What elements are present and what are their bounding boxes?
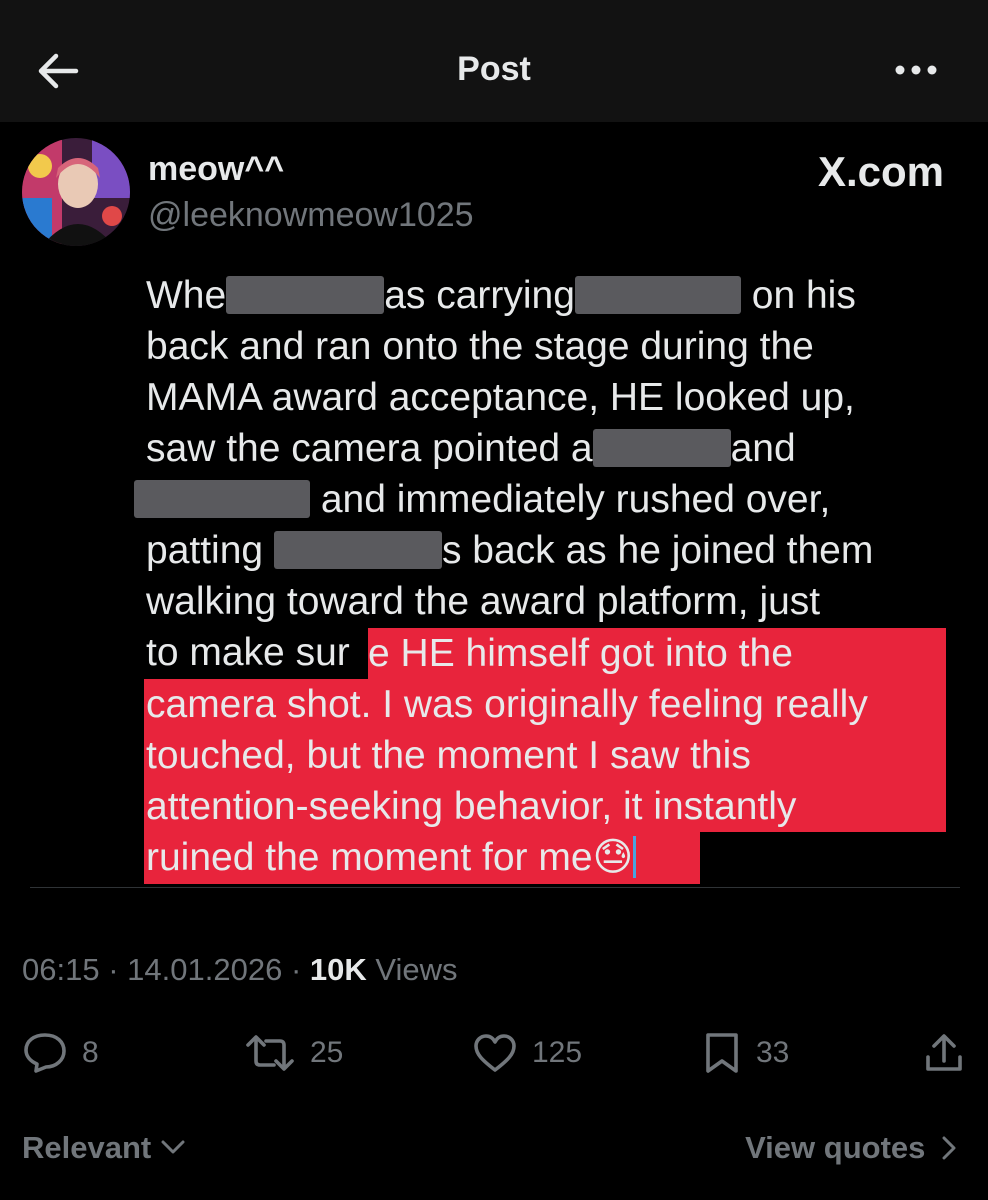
redaction-block — [134, 480, 310, 518]
bookmark-button[interactable]: 33 — [702, 1028, 789, 1078]
bookmark-icon — [706, 1033, 738, 1073]
avatar[interactable] — [22, 138, 130, 246]
highlighted-text: e HE himself got into the camera shot. I… — [146, 628, 966, 883]
page-title: Post — [457, 50, 531, 88]
author-display-name[interactable]: meow^^ — [148, 150, 284, 189]
post-text: Whe as carrying on his back and ran onto … — [134, 270, 956, 678]
post-line: ruined the moment for me😓 — [146, 832, 966, 883]
view-quotes-label: View quotes — [745, 1130, 926, 1165]
like-count: 125 — [532, 1036, 583, 1069]
separator: · — [108, 952, 119, 987]
post-line: MAMA award acceptance, HE looked up, — [146, 376, 855, 419]
post-line: attention-seeking behavior, it instantly — [146, 785, 797, 828]
post-line: and immediately rushed over, — [134, 474, 956, 525]
text-fragment: ruined the moment for me😓 — [146, 836, 634, 879]
views-count: 10K — [309, 952, 367, 987]
divider — [30, 887, 960, 888]
chevron-down-icon — [161, 1140, 185, 1154]
text-fragment: and — [730, 427, 796, 470]
sort-label: Relevant — [22, 1130, 152, 1165]
views-label: Views — [375, 952, 458, 987]
redaction-block — [273, 531, 442, 569]
heart-icon — [474, 1034, 516, 1072]
redaction-block — [574, 276, 741, 314]
text-fragment: as carrying — [384, 274, 575, 317]
redaction-block — [592, 429, 731, 467]
more-button[interactable] — [894, 60, 938, 80]
post-line: saw the camera pointed a and — [146, 423, 956, 474]
text-fragment: and immediately rushed over, — [310, 478, 831, 521]
separator: · — [290, 952, 302, 987]
redaction-block — [226, 276, 385, 314]
source-watermark: X.com — [817, 148, 944, 195]
repost-icon — [246, 1035, 294, 1071]
post-line: walking toward the award platform, just — [146, 580, 821, 623]
text-cursor — [633, 836, 637, 878]
top-bar: Post — [0, 0, 988, 122]
reply-button[interactable]: 8 — [22, 1028, 99, 1078]
like-button[interactable]: 125 — [472, 1028, 582, 1078]
repost-button[interactable]: 25 — [244, 1028, 343, 1078]
action-bar: 8 25 125 33 — [0, 1028, 988, 1078]
post-meta: 06:15 · 14.01.2026 · 10K Views — [22, 952, 458, 988]
bookmark-count: 33 — [756, 1036, 790, 1069]
post-date[interactable]: 14.01.2026 — [127, 952, 282, 987]
text-fragment: patting — [146, 529, 274, 572]
post-line: camera shot. I was originally feeling re… — [146, 683, 868, 726]
reply-icon — [24, 1033, 66, 1073]
text-fragment: on his — [740, 274, 856, 317]
post-line: back and ran onto the stage during the — [146, 325, 814, 368]
post-line: touched, but the moment I saw this — [146, 734, 751, 777]
post-line: Whe as carrying on his — [146, 270, 956, 321]
sort-replies-button[interactable]: Relevant — [22, 1130, 186, 1166]
repost-count: 25 — [310, 1036, 344, 1069]
post-line: e HE himself got into the — [368, 632, 793, 675]
post-line: patting s back as he joined them — [146, 525, 956, 576]
author-handle[interactable]: @leeknowmeow1025 — [148, 196, 474, 235]
reply-count: 8 — [82, 1036, 99, 1069]
share-icon — [926, 1034, 962, 1071]
text-fragment: saw the camera pointed a — [146, 427, 593, 470]
share-button[interactable] — [922, 1028, 980, 1078]
chevron-right-icon — [942, 1136, 956, 1160]
view-quotes-button[interactable]: View quotes — [745, 1130, 958, 1166]
avatar-photo — [22, 138, 130, 246]
more-horizontal-icon — [895, 65, 937, 75]
text-fragment: s back as he joined them — [441, 529, 874, 572]
post-time[interactable]: 06:15 — [22, 952, 100, 987]
text-fragment: Whe — [146, 274, 227, 317]
